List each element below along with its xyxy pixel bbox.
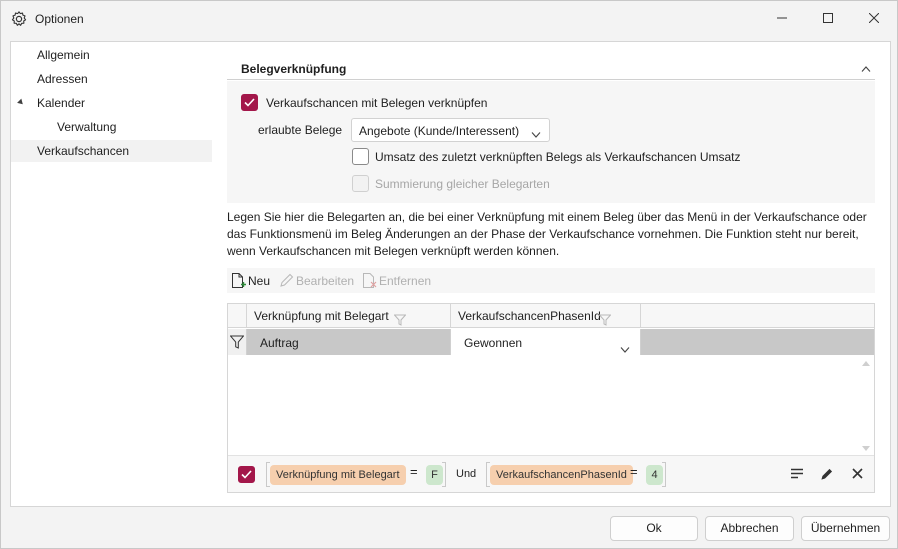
options-window: Optionen Allgemein Adressen Kalender Ver… [0, 0, 898, 549]
new-document-icon [230, 272, 246, 294]
row-indicator-header [228, 304, 247, 328]
minimize-icon [777, 17, 787, 19]
expand-arrow-icon[interactable] [17, 98, 25, 107]
edit-button-label: Bearbeiten [296, 274, 355, 288]
column-header-label: Verknüpfung mit Belegart [254, 309, 389, 323]
info-text: Legen Sie hier die Belegarten an, die be… [227, 210, 867, 258]
pencil-icon [278, 272, 294, 294]
filter-operator[interactable]: = [410, 464, 418, 479]
filter-cell-value: Gewonnen [464, 336, 523, 350]
title-bar: Optionen [1, 1, 897, 37]
filter-row-indicator [228, 329, 247, 355]
filter-value-2[interactable]: 4 [646, 465, 663, 485]
filter-field-belegart[interactable]: Verknüpfung mit Belegart [270, 465, 406, 485]
scroll-up-arrow-icon[interactable] [862, 361, 870, 366]
nav-item-kalender[interactable]: Kalender [11, 92, 212, 114]
nav-item-verwaltung[interactable]: Verwaltung [11, 116, 212, 138]
new-button-label: Neu [248, 274, 271, 288]
column-header-belegart[interactable]: Verknüpfung mit Belegart [247, 304, 451, 328]
ok-button[interactable]: Ok [610, 516, 698, 541]
filter-field-phasenid[interactable]: VerkaufschancenPhasenId [490, 465, 633, 485]
minimize-button[interactable] [759, 1, 805, 35]
clear-filter-close-icon[interactable] [852, 468, 863, 482]
filter-value-1[interactable]: F [426, 465, 443, 485]
cancel-button[interactable]: Abbrechen [705, 516, 794, 541]
maximize-icon [823, 13, 833, 23]
link-options-group: Verkaufschancen mit Belegen verknüpfen e… [227, 81, 875, 203]
column-header-label: VerkaufschancenPhasenId [458, 309, 601, 323]
nav-item-label: Kalender [37, 96, 86, 110]
gear-icon [10, 10, 28, 28]
summierung-checkbox[interactable] [352, 175, 369, 192]
nav-item-adressen[interactable]: Adressen [11, 68, 212, 90]
chevron-up-icon[interactable] [861, 61, 871, 75]
filter-enabled-checkbox[interactable] [238, 466, 255, 483]
window-title: Optionen [35, 12, 84, 26]
filter-operator[interactable]: = [630, 464, 638, 479]
nav-item-label: Adressen [37, 72, 88, 86]
umsatz-checkbox[interactable] [352, 148, 369, 165]
remove-button-label: Entfernen [379, 274, 432, 288]
filter-group-bracket [442, 462, 446, 487]
new-button[interactable]: Neu [230, 272, 275, 290]
link-checkbox[interactable] [241, 94, 258, 111]
filter-group-bracket [662, 462, 666, 487]
column-header-phasenid[interactable]: VerkaufschancenPhasenId [451, 304, 641, 328]
nav-item-label: Verwaltung [57, 120, 117, 134]
umsatz-checkbox-label: Umsatz des zuletzt verknüpften Belegs al… [375, 150, 741, 164]
filter-cell-phasenid[interactable]: Gewonnen [451, 329, 641, 355]
summierung-checkbox-label: Summierung gleicher Belegarten [375, 177, 550, 191]
chevron-down-icon[interactable] [620, 336, 630, 362]
remove-button[interactable]: Entfernen [361, 272, 436, 290]
options-navigation-tree: Allgemein Adressen Kalender Verwaltung V… [10, 41, 213, 507]
remove-document-icon [361, 272, 377, 294]
allowed-documents-label: erlaubte Belege [258, 123, 343, 137]
section-header[interactable]: Belegverknüpfung [227, 56, 875, 80]
grid-toolbar: Neu Bearbeiten Entfernen [227, 268, 875, 293]
nav-item-allgemein[interactable]: Allgemein [11, 44, 212, 66]
filter-cell-belegart[interactable]: Auftrag [247, 329, 451, 355]
checkmark-icon [241, 470, 252, 479]
section-title: Belegverknüpfung [241, 62, 347, 76]
filter-editor-panel: Verknüpfung mit Belegart = F Und Verkauf… [228, 455, 874, 492]
filter-builder-icon[interactable] [791, 468, 804, 483]
document-link-grid: Verknüpfung mit Belegart Verkaufschancen… [227, 303, 875, 493]
nav-item-verkaufschancen[interactable]: Verkaufschancen [11, 140, 212, 162]
maximize-button[interactable] [805, 1, 851, 35]
close-icon [869, 13, 879, 23]
filter-conjunction[interactable]: Und [456, 468, 476, 480]
allowed-documents-select[interactable]: Angebote (Kunde/Interessent) [351, 118, 550, 142]
grid-filter-row: Auftrag Gewonnen [228, 329, 874, 355]
edit-filter-pencil-icon[interactable] [821, 468, 833, 483]
filter-cell-value: Auftrag [260, 336, 299, 350]
allowed-documents-value: Angebote (Kunde/Interessent) [359, 124, 520, 138]
scroll-down-arrow-icon[interactable] [862, 446, 870, 451]
filter-icon [229, 335, 245, 352]
apply-button[interactable]: Übernehmen [801, 516, 890, 541]
close-window-button[interactable] [851, 1, 897, 35]
edit-button[interactable]: Bearbeiten [278, 272, 356, 290]
nav-item-label: Allgemein [37, 48, 90, 62]
link-checkbox-label: Verkaufschancen mit Belegen verknüpfen [266, 96, 488, 110]
nav-item-label: Verkaufschancen [37, 144, 130, 158]
content-panel: Belegverknüpfung Verkaufschancen mit Bel… [212, 41, 891, 507]
grid-header: Verknüpfung mit Belegart Verkaufschancen… [228, 304, 874, 328]
chevron-down-icon [531, 127, 541, 141]
checkmark-icon [244, 98, 255, 107]
